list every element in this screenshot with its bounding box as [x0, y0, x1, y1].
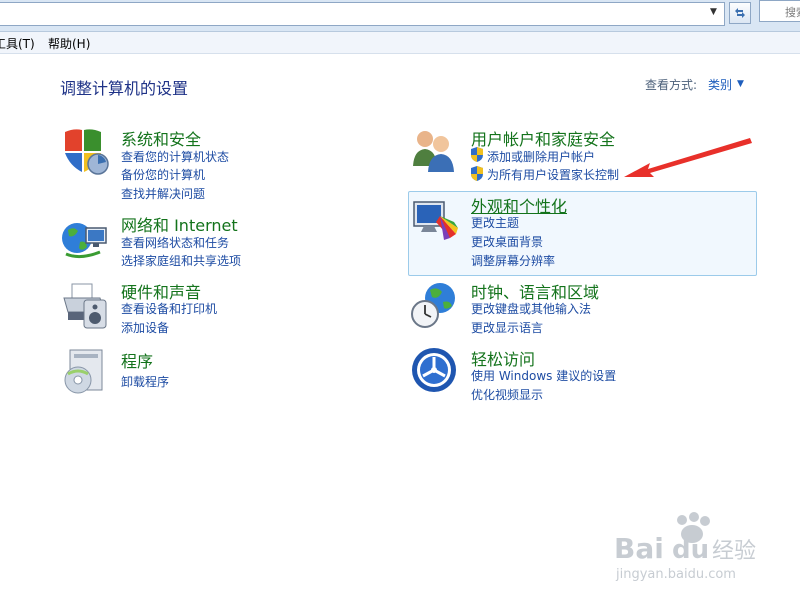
svg-text:jingyan.baidu.com: jingyan.baidu.com [615, 567, 736, 582]
baidu-jingyan-watermark: Bai du 经验 jingyan.baidu.com [614, 512, 756, 582]
link-windows-recommended-settings[interactable]: 使用 Windows 建议的设置 [471, 367, 616, 384]
link-optimize-video-display[interactable]: 优化视频显示 [471, 386, 543, 403]
refresh-button[interactable] [729, 2, 751, 24]
link-add-device[interactable]: 添加设备 [121, 319, 169, 336]
category-title[interactable]: 网络和 Internet [121, 212, 238, 236]
view-by-dropdown[interactable]: 类别 [708, 76, 732, 93]
search-placeholder: 搜索控 [785, 6, 800, 19]
link-change-theme[interactable]: 更改主题 [471, 214, 519, 231]
link-backup-computer[interactable]: 备份您的计算机 [121, 166, 205, 183]
uac-shield-icon [471, 147, 483, 162]
link-uninstall-program[interactable]: 卸载程序 [121, 373, 169, 390]
ease-of-access-icon [412, 348, 456, 392]
network-globe-icon [62, 223, 107, 259]
annotation-arrow [624, 138, 752, 177]
link-change-desktop-background[interactable]: 更改桌面背景 [471, 233, 543, 250]
svg-text:经验: 经验 [712, 539, 756, 564]
users-icon [413, 131, 454, 172]
category-title[interactable]: 系统和安全 [121, 126, 201, 150]
link-adjust-resolution[interactable]: 调整屏幕分辨率 [471, 252, 555, 269]
display-palette-icon [413, 201, 458, 240]
svg-text:du: du [672, 535, 709, 565]
link-parental-controls[interactable]: 为所有用户设置家长控制 [487, 166, 619, 183]
link-view-computer-status[interactable]: 查看您的计算机状态 [121, 148, 229, 165]
menu-tools[interactable]: 工具(T) [0, 35, 35, 52]
category-title[interactable]: 程序 [121, 348, 153, 372]
chevron-down-icon[interactable]: ▼ [737, 79, 744, 89]
link-troubleshoot[interactable]: 查找并解决问题 [121, 185, 205, 202]
clock-globe-icon [411, 283, 455, 328]
programs-disc-icon [64, 349, 103, 394]
page-title: 调整计算机的设置 [60, 79, 189, 98]
address-dropdown-icon[interactable]: ▼ [710, 7, 717, 17]
address-bar: ▼ 搜索控 [0, 0, 800, 32]
svg-text:Bai: Bai [614, 532, 664, 565]
link-view-network-status[interactable]: 查看网络状态和任务 [121, 234, 229, 251]
link-add-remove-accounts[interactable]: 添加或删除用户帐户 [487, 148, 595, 165]
shield-icon [65, 129, 109, 175]
category-highlight [408, 191, 757, 276]
menu-bar: 工具(T) 帮助(H) [0, 32, 800, 54]
category-title[interactable]: 用户帐户和家庭安全 [471, 126, 615, 150]
menu-help[interactable]: 帮助(H) [48, 35, 90, 52]
view-by-label: 查看方式: [645, 78, 698, 92]
link-change-keyboard[interactable]: 更改键盘或其他输入法 [471, 300, 591, 317]
refresh-icon [735, 8, 745, 18]
address-field[interactable] [0, 2, 725, 26]
uac-shield-icon [471, 166, 483, 181]
link-homegroup-sharing[interactable]: 选择家庭组和共享选项 [121, 252, 241, 269]
link-devices-printers[interactable]: 查看设备和打印机 [121, 300, 217, 317]
link-change-display-language[interactable]: 更改显示语言 [471, 319, 543, 336]
printer-icon [63, 283, 107, 329]
search-input[interactable]: 搜索控 [759, 0, 800, 22]
